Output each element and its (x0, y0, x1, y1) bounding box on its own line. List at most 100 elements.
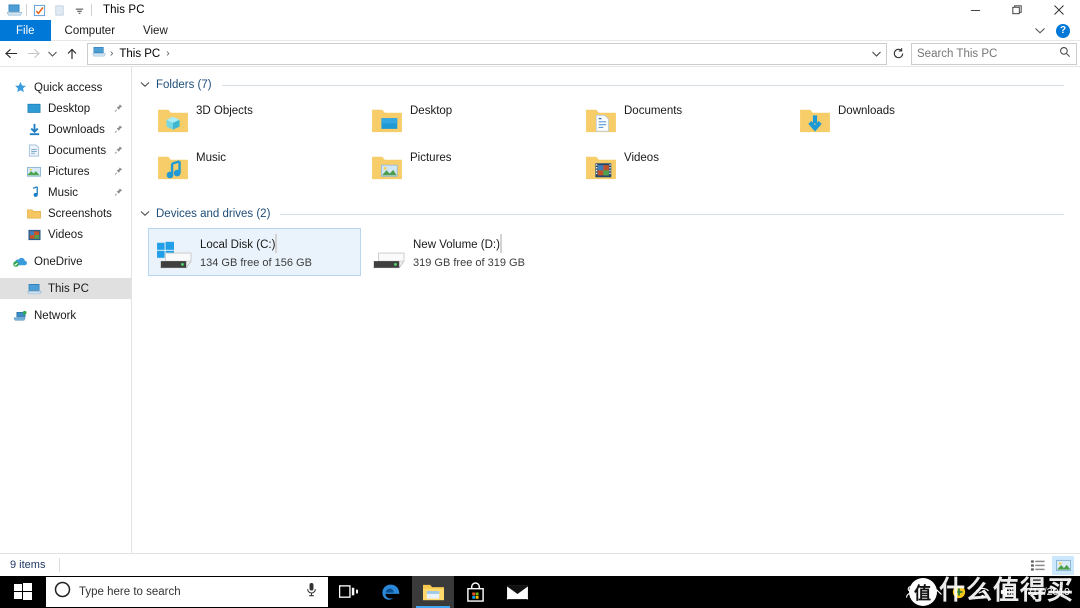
sidebar-item-quick-access[interactable]: Quick access (0, 77, 131, 98)
cortana-search-box[interactable]: Type here to search (46, 577, 328, 607)
breadcrumb-separator-1[interactable]: › (109, 48, 114, 59)
pin-icon[interactable] (114, 187, 123, 198)
large-icons-view-button[interactable] (1052, 556, 1074, 575)
clock[interactable]: 7/14/2019 (1023, 586, 1072, 598)
drive-item-local-disk-c[interactable]: Local Disk (C:) 134 GB free of 156 GB (148, 228, 361, 276)
up-button[interactable] (61, 43, 83, 65)
volume-icon[interactable] (999, 585, 1014, 599)
documents-icon (26, 143, 42, 159)
pictures-icon (26, 164, 42, 180)
pin-icon[interactable] (114, 166, 123, 177)
network-icon[interactable] (975, 586, 990, 599)
forward-button[interactable] (22, 43, 44, 65)
group-title: Devices and drives (2) (156, 208, 271, 220)
folder-item-3d-objects[interactable]: 3D Objects (154, 98, 368, 145)
downloads-icon (26, 122, 42, 138)
group-header-folders[interactable]: Folders (7) (140, 76, 1080, 94)
folder-item-pictures[interactable]: Pictures (368, 145, 582, 192)
sidebar-label: Desktop (48, 102, 91, 115)
tab-file[interactable]: File (0, 20, 51, 41)
folder-documents-icon (585, 104, 617, 136)
drive-free-space: 319 GB free of 319 GB (413, 257, 525, 269)
star-icon (12, 80, 28, 96)
folder-desktop-icon (371, 104, 403, 136)
chevron-down-icon[interactable] (140, 80, 150, 90)
folder-icon (26, 206, 42, 222)
folder-downloads-icon (799, 104, 831, 136)
sidebar-item-screenshots[interactable]: Screenshots (0, 203, 131, 224)
mail-icon[interactable] (496, 576, 538, 608)
folder-item-videos[interactable]: Videos (582, 145, 796, 192)
folder-videos-icon (585, 151, 617, 183)
folder-item-desktop[interactable]: Desktop (368, 98, 582, 145)
folder-label: 3D Objects (196, 105, 253, 117)
sidebar-item-videos[interactable]: Videos (0, 224, 131, 245)
back-button[interactable] (0, 43, 22, 65)
people-icon[interactable] (905, 585, 922, 600)
folder-music-icon (157, 151, 189, 183)
folder-item-downloads[interactable]: Downloads (796, 98, 1010, 145)
maximize-button[interactable] (996, 0, 1038, 20)
microphone-icon[interactable] (305, 582, 318, 602)
folder-label: Music (196, 152, 227, 164)
breadcrumb[interactable]: › This PC › (87, 42, 887, 65)
sidebar-item-desktop[interactable]: Desktop (0, 98, 131, 119)
this-pc-icon[interactable] (4, 1, 24, 19)
sidebar-item-pictures[interactable]: Pictures (0, 161, 131, 182)
drive-item-new-volume-d[interactable]: New Volume (D:) 319 GB free of 319 GB (361, 228, 574, 276)
folder-tiles: 3D Objects Desktop Documents Downloads M… (140, 94, 1080, 192)
close-button[interactable] (1038, 0, 1080, 20)
search-input[interactable] (911, 42, 1077, 65)
security-icon[interactable] (952, 585, 966, 599)
expand-ribbon-chevron-icon[interactable] (1034, 22, 1046, 40)
file-list-pane[interactable]: Folders (7) 3D Objects Desktop Documents… (132, 67, 1080, 553)
refresh-button[interactable] (887, 43, 909, 65)
search-icon[interactable] (1059, 46, 1071, 61)
properties-icon[interactable] (29, 1, 49, 19)
new-folder-icon[interactable] (49, 1, 69, 19)
group-divider (221, 84, 1064, 86)
drive-usage-bar (499, 234, 502, 253)
sidebar-item-onedrive[interactable]: OneDrive (0, 251, 131, 272)
pin-icon[interactable] (114, 103, 123, 114)
folder-label: Videos (624, 152, 659, 164)
task-view-button[interactable] (328, 576, 370, 608)
recent-locations-chevron-icon[interactable] (44, 43, 61, 65)
quick-access-toolbar (0, 0, 94, 20)
sidebar-item-network[interactable]: Network (0, 305, 131, 326)
group-header-devices[interactable]: Devices and drives (2) (140, 205, 1080, 223)
breadcrumb-pc-icon[interactable] (92, 45, 106, 63)
sidebar-item-this-pc[interactable]: This PC (0, 278, 131, 299)
sidebar-item-music[interactable]: Music (0, 182, 131, 203)
chevron-down-icon[interactable] (140, 209, 150, 219)
qat-divider (26, 4, 27, 16)
edge-icon[interactable] (370, 576, 412, 608)
sidebar-item-downloads[interactable]: Downloads (0, 119, 131, 140)
start-button[interactable] (0, 576, 46, 608)
minimize-button[interactable] (954, 0, 996, 20)
tab-computer[interactable]: Computer (51, 20, 130, 41)
show-hidden-icons-chevron[interactable] (931, 588, 943, 597)
folder-item-music[interactable]: Music (154, 145, 368, 192)
file-explorer-icon[interactable] (412, 576, 454, 608)
folder-item-documents[interactable]: Documents (582, 98, 796, 145)
sidebar-item-documents[interactable]: Documents (0, 140, 131, 161)
folder-3d-objects-icon (157, 104, 189, 136)
onedrive-icon (12, 254, 28, 270)
status-divider (59, 558, 61, 572)
cortana-circle-icon (54, 581, 71, 603)
search-field[interactable] (917, 47, 1057, 60)
customize-dropdown-icon[interactable] (69, 1, 89, 19)
pin-icon[interactable] (114, 145, 123, 156)
breadcrumb-separator-2[interactable]: › (165, 48, 170, 59)
group-divider (280, 213, 1064, 215)
system-tray: 7/14/2019 (905, 576, 1080, 608)
pin-icon[interactable] (114, 124, 123, 135)
explorer-body: Quick access Desktop Downloads Documents… (0, 67, 1080, 553)
breadcrumb-item-this-pc[interactable]: This PC (117, 48, 162, 60)
address-dropdown-icon[interactable] (871, 44, 882, 64)
microsoft-store-icon[interactable] (454, 576, 496, 608)
help-icon[interactable]: ? (1056, 23, 1070, 38)
tab-view[interactable]: View (129, 20, 182, 41)
details-view-button[interactable] (1027, 556, 1049, 575)
